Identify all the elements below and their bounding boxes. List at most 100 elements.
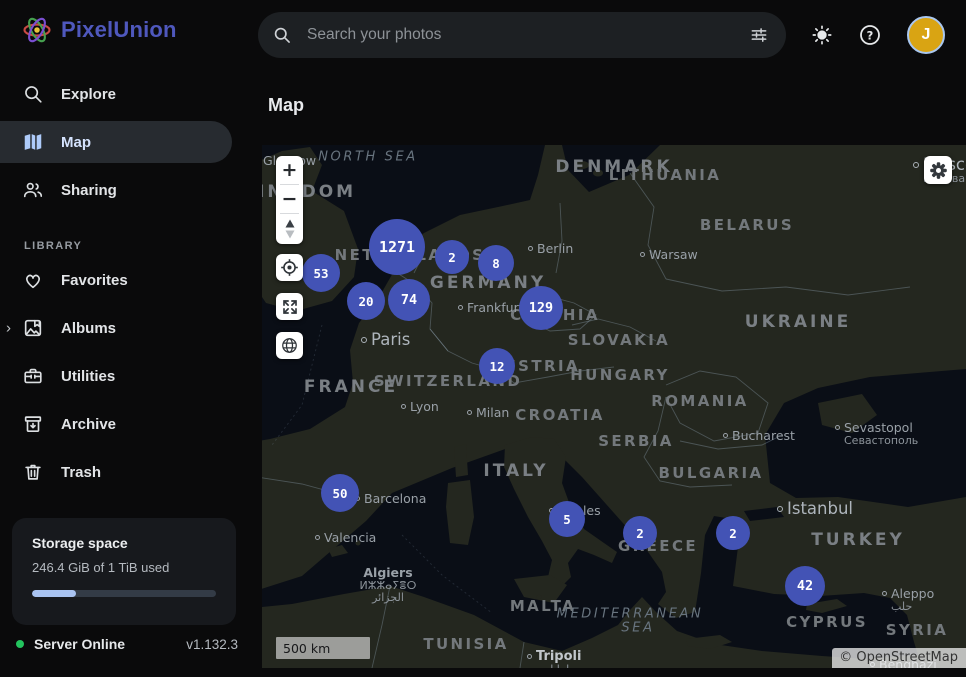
map-photo-cluster[interactable]: 5 — [549, 501, 585, 537]
sidebar-item-label: Sharing — [61, 182, 117, 199]
sidebar-item-label: Albums — [61, 320, 116, 337]
user-avatar[interactable]: J — [907, 16, 945, 54]
fullscreen-button[interactable] — [276, 293, 303, 320]
zoom-out-button[interactable]: − — [276, 185, 303, 213]
sidebar-item-sharing[interactable]: Sharing — [0, 166, 262, 214]
map-photo-cluster[interactable]: 74 — [388, 279, 430, 321]
city-dot — [835, 425, 840, 430]
map-photo-cluster[interactable]: 129 — [519, 286, 563, 330]
sidebar-item-utilities[interactable]: Utilities — [0, 352, 262, 400]
map-city-label: Tripoliطرابلس — [527, 650, 581, 668]
page-title: Map — [268, 95, 304, 116]
sidebar-item-albums[interactable]: › Albums — [0, 304, 262, 352]
city-name: SevastopolСевастополь — [844, 421, 918, 447]
storage-usage: 246.4 GiB of 1 TiB used — [32, 560, 216, 575]
library-section-header: LIBRARY — [24, 240, 262, 252]
sidebar-item-label: Utilities — [61, 368, 115, 385]
map-photo-cluster[interactable]: 2 — [716, 516, 750, 550]
sidebar-nav: ExploreMap Sharing — [0, 70, 262, 214]
city-name: Istanbul — [787, 500, 853, 517]
map-photo-cluster[interactable]: 2 — [623, 516, 657, 550]
map-photo-cluster[interactable]: 12 — [479, 348, 515, 384]
search-icon — [272, 25, 292, 45]
expand-icon — [281, 298, 299, 316]
map-zoom-control: + − — [276, 156, 303, 244]
utilities-icon — [22, 365, 44, 387]
city-dot — [528, 246, 533, 251]
map-city-label: SevastopolСевастополь — [835, 421, 918, 447]
city-name: Barcelona — [364, 492, 426, 506]
map-attribution[interactable]: © OpenStreetMap — [832, 648, 966, 668]
chevron-right-icon[interactable]: › — [6, 320, 11, 337]
city-name: Lyon — [410, 400, 439, 414]
locate-icon — [280, 258, 299, 277]
server-status: Server Online — [34, 636, 125, 652]
storage-progress-fill — [32, 590, 76, 597]
map-icon — [22, 131, 44, 153]
search-filters-button[interactable] — [746, 22, 772, 48]
city-dot — [723, 433, 728, 438]
city-dot — [315, 535, 320, 540]
storage-card: Storage space 246.4 GiB of 1 TiB used — [12, 518, 236, 625]
map-photo-cluster[interactable]: 20 — [347, 282, 385, 320]
map-photo-cluster[interactable]: 42 — [785, 566, 825, 606]
zoom-in-button[interactable]: + — [276, 156, 303, 184]
map-country-label: TUNISIA — [423, 635, 508, 653]
city-name: Tripoliطرابلس — [536, 650, 581, 668]
map-country-label: ROMANIA — [651, 392, 748, 410]
map-country-label: SERBIA — [598, 432, 674, 450]
map-country-label: SYRIA — [886, 621, 948, 639]
sidebar-item-map[interactable]: Map — [0, 118, 262, 166]
tune-icon — [749, 25, 769, 45]
city-dot — [361, 337, 367, 343]
map-photo-cluster[interactable]: 50 — [321, 474, 359, 512]
top-bar: PixelUnion ? J — [0, 0, 966, 70]
map-city-label: Valencia — [315, 531, 376, 545]
trash-icon — [22, 461, 44, 483]
globe-icon — [280, 336, 299, 355]
city-name: Paris — [371, 331, 410, 348]
map-country-label: FRANCE — [304, 377, 398, 397]
sidebar-item-archive[interactable]: Archive — [0, 400, 262, 448]
sidebar-library-nav: Favorites › Albums Utilities Archive Trash — [0, 256, 262, 496]
map-photo-cluster[interactable]: 53 — [302, 254, 340, 292]
help-button[interactable]: ? — [857, 22, 883, 48]
map-canvas[interactable]: DENMARKLITHUANIAKINGDOMBELARUSNETHERLAND… — [262, 145, 966, 668]
map-city-label: Paris — [361, 331, 410, 348]
sidebar-item-explore[interactable]: Explore — [0, 70, 262, 118]
compass-button[interactable] — [276, 214, 303, 244]
city-name: Valencia — [324, 531, 376, 545]
city-name: Algiersⵍⵣⵣⴰⵢⴻⵔالجزائر — [360, 566, 417, 604]
sidebar-item-label: Favorites — [61, 272, 128, 289]
avatar-initial: J — [922, 26, 931, 44]
map-photo-cluster[interactable]: 8 — [478, 245, 514, 281]
map-country-label: CYPRUS — [786, 613, 868, 631]
map-photo-cluster[interactable]: 1271 — [369, 219, 425, 275]
logo-atom-icon — [22, 15, 52, 45]
theme-toggle-button[interactable] — [809, 22, 835, 48]
sidebar-item-trash[interactable]: Trash — [0, 448, 262, 496]
map-city-label: Algiersⵍⵣⵣⴰⵢⴻⵔالجزائر — [360, 566, 417, 604]
map-style-button[interactable] — [276, 332, 303, 359]
city-dot — [640, 252, 645, 257]
compass-icon — [282, 218, 298, 240]
map-city-label: Milan — [467, 406, 509, 420]
app-logo[interactable]: PixelUnion — [22, 15, 177, 45]
map-photo-cluster[interactable]: 2 — [435, 240, 469, 274]
map-scale-label: 500 km — [283, 641, 330, 656]
map-settings-button[interactable] — [924, 156, 952, 184]
search-input[interactable] — [305, 25, 746, 45]
search-bar[interactable] — [258, 12, 786, 58]
city-name: Berlin — [537, 242, 573, 256]
map-country-label: LITHUANIA — [609, 166, 722, 184]
storage-title: Storage space — [32, 535, 216, 551]
svg-text:?: ? — [867, 28, 874, 42]
sidebar-item-label: Trash — [61, 464, 101, 481]
locate-me-button[interactable] — [276, 254, 303, 281]
city-dot — [458, 305, 463, 310]
map-city-label: Barcelona — [355, 492, 426, 506]
app-name: PixelUnion — [61, 17, 177, 43]
city-name: Frankfurt — [467, 301, 524, 315]
sidebar-item-favorites[interactable]: Favorites — [0, 256, 262, 304]
map-country-label: SLOVAKIA — [568, 331, 670, 349]
